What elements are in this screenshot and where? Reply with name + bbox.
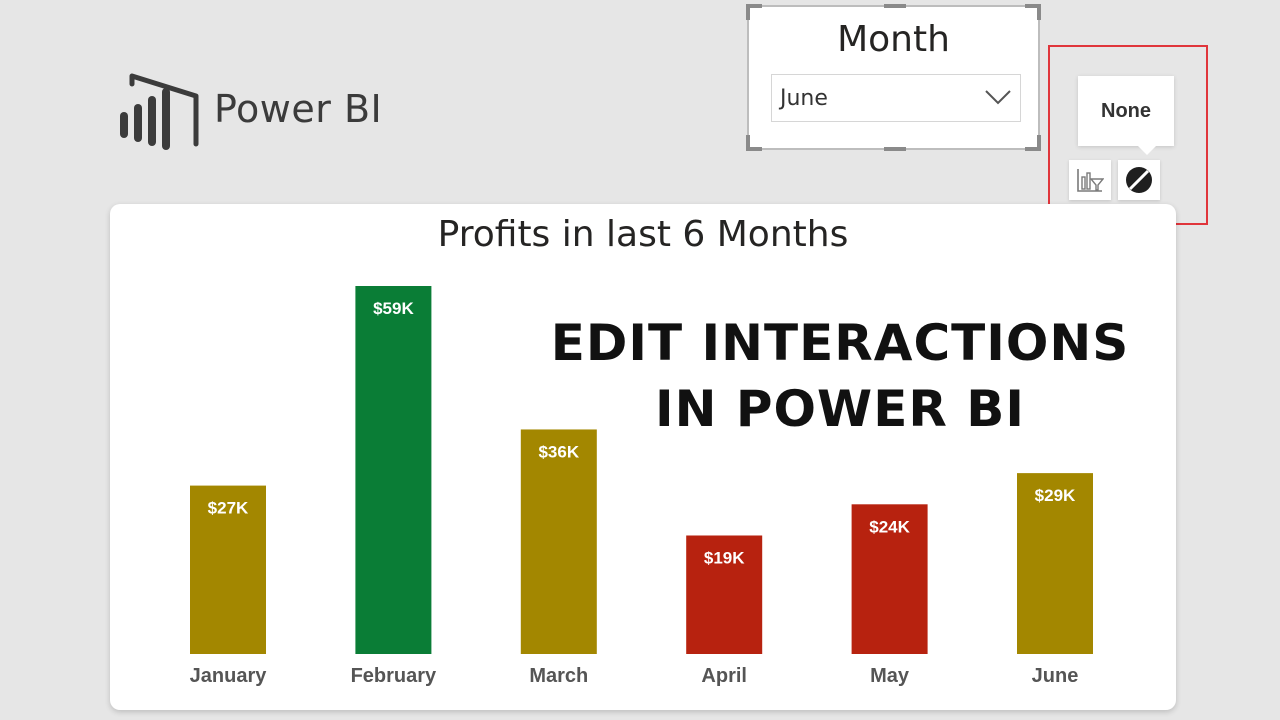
x-tick-label: June [1032, 665, 1079, 687]
power-bi-icon [120, 73, 199, 150]
bar-february[interactable] [355, 286, 432, 654]
resize-handle[interactable] [884, 147, 906, 151]
bar-chart: $27K January $59K February $36K March $19K Apri… [190, 286, 1093, 687]
data-label: $19K [704, 548, 745, 567]
power-bi-logo: Power BI [118, 70, 382, 154]
x-tick-label: May [870, 665, 910, 687]
filter-interaction-icon [1077, 169, 1104, 192]
data-label: $27K [208, 499, 249, 518]
interaction-tooltip: None [1078, 76, 1174, 155]
headline: EDIT INTERACTIONS IN POWER BI [530, 310, 1150, 442]
resize-handle[interactable] [746, 135, 762, 151]
chevron-down-icon [985, 90, 1011, 105]
data-label: $36K [538, 442, 579, 461]
headline-line-1: EDIT INTERACTIONS [550, 314, 1130, 372]
x-tick-label: January [190, 665, 268, 687]
data-label: $59K [373, 299, 414, 318]
headline-line-2: IN POWER BI [655, 380, 1025, 438]
resize-handle[interactable] [1025, 135, 1041, 151]
slicer-selected-value: June [780, 85, 828, 111]
x-tick-label: March [529, 665, 588, 687]
month-slicer[interactable]: Month June [746, 4, 1041, 151]
x-tick-label: April [701, 665, 747, 687]
x-tick-label: February [351, 665, 437, 687]
none-interaction-icon [1126, 167, 1152, 193]
data-label: $29K [1035, 486, 1076, 505]
slicer-title: Month [837, 19, 950, 60]
slicer-dropdown[interactable]: June [771, 74, 1021, 122]
bar-march[interactable] [520, 429, 597, 654]
data-label: $24K [869, 517, 910, 536]
resize-handle[interactable] [1025, 4, 1041, 20]
resize-handle[interactable] [884, 4, 906, 8]
logo-text: Power BI [214, 87, 383, 131]
filter-interaction-button[interactable] [1069, 160, 1111, 200]
none-interaction-button[interactable] [1118, 160, 1160, 200]
resize-handle[interactable] [746, 4, 762, 20]
profit-chart-card[interactable]: Profits in last 6 Months $27K January $59K… [110, 204, 1176, 710]
